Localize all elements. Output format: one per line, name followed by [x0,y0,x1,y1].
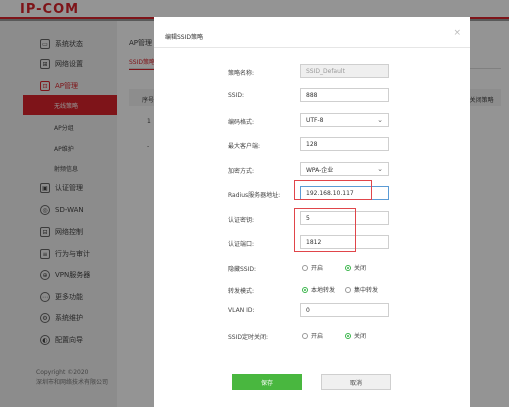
cancel-button[interactable]: 取消 [321,374,391,390]
radio-label: 集中转发 [354,287,379,294]
radio-label: 关闭 [354,265,367,272]
save-button[interactable]: 保存 [232,374,302,390]
hide-ssid-on-radio[interactable]: 开启 [302,263,323,272]
radio-label: 开启 [311,333,324,340]
radio-circle [345,264,351,271]
ssid-schedule-off-radio[interactable]: 关闭 [345,331,366,340]
radio-circle [302,332,308,339]
highlight-box [294,208,356,252]
max-clients-input[interactable]: 128 [300,137,389,151]
policy-name-label: 策略名称: [228,70,255,77]
dialog-divider [154,47,470,48]
encryption-value: WPA-企业 [306,166,334,174]
edit-ssid-policy-dialog: 编辑SSID策略 × 策略名称: SSID_Default SSID: 888 … [154,17,470,407]
radio-label: 关闭 [354,333,367,340]
dialog-title: 编辑SSID策略 [165,34,204,41]
close-icon[interactable]: × [453,28,461,38]
hide-ssid-label: 隐藏SSID: [228,266,257,273]
forward-mode-label: 转发模式: [228,288,255,295]
radio-label: 开启 [311,265,324,272]
auth-port-label: 认证端口: [228,241,255,248]
encryption-select[interactable]: WPA-企业 ⌄ [300,162,389,176]
auth-key-label: 认证密钥: [228,217,255,224]
radio-circle [302,286,308,293]
ssid-label: SSID: [228,92,245,99]
encryption-label: 加密方式: [228,168,255,175]
hide-ssid-off-radio[interactable]: 关闭 [345,263,366,272]
ssid-input[interactable]: 888 [300,88,389,102]
ssid-schedule-label: SSID定时关闭: [228,334,269,341]
forward-central-radio[interactable]: 集中转发 [345,285,378,294]
forward-local-radio[interactable]: 本地转发 [302,285,335,294]
radio-circle [345,286,351,293]
vlan-id-label: VLAN ID: [228,307,255,314]
radius-server-label: Radius服务器地址: [228,192,281,199]
max-clients-label: 最大客户端: [228,143,261,150]
ssid-schedule-on-radio[interactable]: 开启 [302,331,323,340]
encoding-label: 编码格式: [228,119,255,126]
highlight-box [294,180,372,200]
chevron-down-icon: ⌄ [377,116,383,124]
policy-name-field: SSID_Default [300,64,389,78]
encoding-select[interactable]: UTF-8 ⌄ [300,113,389,127]
chevron-down-icon: ⌄ [377,165,383,173]
radio-circle [302,264,308,271]
radio-circle [345,332,351,339]
vlan-id-input[interactable]: 0 [300,303,389,317]
radio-label: 本地转发 [311,287,336,294]
encoding-value: UTF-8 [306,116,324,124]
